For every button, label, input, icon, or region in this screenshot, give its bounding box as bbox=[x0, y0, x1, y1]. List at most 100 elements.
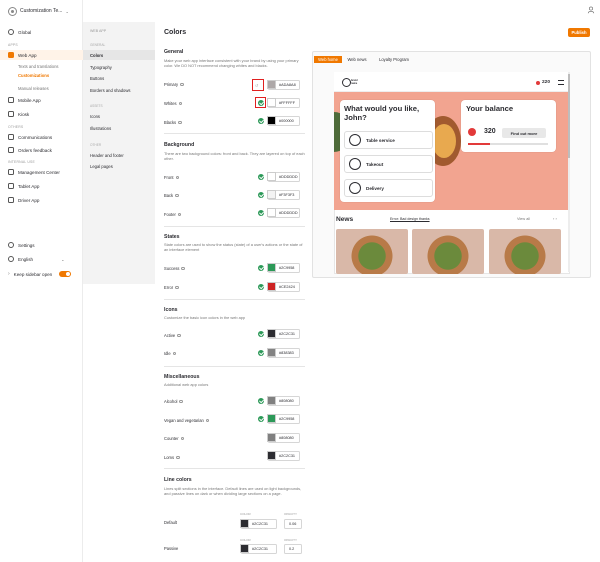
keep-sidebar-toggle[interactable] bbox=[59, 271, 72, 277]
subnav-item-borders[interactable]: Borders and shadows bbox=[83, 85, 155, 95]
check-icon bbox=[258, 210, 264, 216]
color-swatch-line-passive[interactable] bbox=[240, 544, 249, 553]
preview-scrollbar-thumb[interactable] bbox=[568, 74, 570, 158]
bag-icon bbox=[349, 158, 361, 170]
divider bbox=[164, 299, 305, 300]
sidebar-item-global[interactable]: Global bbox=[0, 27, 83, 37]
subnav-item-typography[interactable]: Typography bbox=[83, 62, 155, 72]
brand-logo-icon bbox=[342, 78, 351, 87]
sidebar-item-kiosk[interactable]: Kiosk bbox=[0, 109, 83, 119]
food-image bbox=[432, 124, 456, 158]
info-icon bbox=[178, 101, 183, 106]
tab-loyalty[interactable]: Loyalty Program bbox=[375, 56, 413, 63]
option-takeout[interactable]: Takeout bbox=[344, 155, 433, 173]
color-swatch-loms[interactable] bbox=[267, 451, 276, 460]
color-row-label: Success bbox=[164, 266, 186, 271]
color-column-label: COLOR bbox=[240, 538, 251, 542]
label-text: Loms bbox=[164, 455, 175, 460]
menu-icon[interactable] bbox=[558, 80, 564, 85]
subnav-item-header-footer[interactable]: Header and footer bbox=[83, 150, 155, 160]
sidebar-subitem-customizations[interactable]: Customizations bbox=[18, 73, 49, 80]
color-swatch-alcohol[interactable] bbox=[267, 396, 276, 405]
section-desc-misc: Additional web app colors bbox=[164, 382, 209, 387]
tab-web-news[interactable]: Web news bbox=[345, 56, 369, 63]
user-icon[interactable] bbox=[587, 6, 595, 14]
info-icon bbox=[176, 455, 180, 460]
check-icon bbox=[258, 398, 264, 404]
sidebar-item-tablet-app[interactable]: Tablet App bbox=[0, 181, 83, 191]
language-select[interactable]: English ⌄ bbox=[0, 254, 83, 264]
color-swatch-footer[interactable] bbox=[267, 208, 276, 217]
color-swatch-error[interactable] bbox=[267, 282, 276, 291]
color-row-label: Whites bbox=[164, 101, 183, 106]
workspace-switcher[interactable]: Customization Te... ⌄ bbox=[8, 6, 80, 16]
color-swatch-vegan[interactable] bbox=[267, 414, 276, 423]
color-row-label: Error bbox=[164, 285, 179, 290]
sidebar-item-communications[interactable]: Communications bbox=[0, 132, 83, 142]
color-swatch-blacks[interactable] bbox=[267, 116, 276, 125]
option-label: Delivery bbox=[366, 185, 384, 191]
news-tab[interactable]: Error: Bad design thanks bbox=[390, 217, 430, 221]
section-title-misc: Miscellaneous bbox=[164, 374, 200, 380]
info-icon bbox=[172, 351, 177, 356]
megaphone-icon bbox=[8, 134, 14, 140]
sidebar-item-label: Web App bbox=[18, 52, 37, 58]
color-row-label: Front bbox=[164, 175, 180, 180]
option-table-service[interactable]: Table service bbox=[344, 131, 433, 149]
color-swatch-primary[interactable] bbox=[267, 80, 276, 89]
subnav-item-icons[interactable]: Icons bbox=[83, 111, 155, 121]
undo-icon[interactable]: ↺ bbox=[255, 83, 258, 88]
sidebar-item-label: Settings bbox=[18, 242, 35, 248]
color-row-label: Footer bbox=[164, 212, 182, 217]
find-out-more-button[interactable]: Find out more bbox=[502, 128, 546, 138]
sidebar-item-orders-feedback[interactable]: Orders feedback bbox=[0, 145, 83, 155]
news-image[interactable] bbox=[412, 229, 484, 274]
color-swatch-icon-idle[interactable] bbox=[267, 348, 276, 357]
view-all-link[interactable]: View all bbox=[517, 217, 530, 221]
opacity-input-line-passive[interactable]: 0.2 bbox=[284, 544, 302, 554]
color-swatch-front[interactable] bbox=[267, 172, 276, 181]
workspace-name: Customization Te... bbox=[20, 8, 63, 14]
sidebar-subitem-texts[interactable]: Texts and translations bbox=[18, 64, 59, 71]
opacity-column-label: OPACITY bbox=[284, 538, 297, 542]
info-icon bbox=[175, 175, 180, 180]
tab-web-home[interactable]: Web home bbox=[314, 56, 342, 63]
label-text: Error bbox=[164, 285, 174, 290]
info-icon bbox=[175, 285, 179, 290]
subnav-item-buttons[interactable]: Buttons bbox=[83, 73, 155, 83]
sidebar-item-driver-app[interactable]: Driver App bbox=[0, 195, 83, 205]
opacity-input-line-default[interactable]: 0.06 bbox=[284, 519, 302, 529]
sidebar-item-mobile-app[interactable]: Mobile App bbox=[0, 95, 83, 105]
color-swatch-line-default[interactable] bbox=[240, 519, 249, 528]
option-delivery[interactable]: Delivery bbox=[344, 179, 433, 197]
color-swatch-whites[interactable] bbox=[267, 98, 276, 107]
info-icon bbox=[179, 399, 184, 404]
sidebar-item-web-app[interactable]: Web App bbox=[0, 50, 83, 60]
chevron-right-icon[interactable]: › bbox=[8, 271, 10, 277]
info-icon bbox=[205, 418, 210, 423]
sidebar-subitem-manual-releases[interactable]: Manual releases bbox=[18, 86, 49, 93]
color-row-label: Counter bbox=[164, 436, 185, 441]
sidebar-item-management-center[interactable]: Management Center bbox=[0, 167, 83, 177]
publish-button[interactable]: Publish bbox=[568, 28, 590, 37]
workspace-avatar bbox=[8, 6, 17, 16]
dashboard-icon bbox=[8, 169, 14, 175]
section-desc-background: There are two background colors: front a… bbox=[164, 151, 305, 162]
label-text: Alcohol bbox=[164, 399, 178, 404]
info-icon bbox=[180, 82, 184, 87]
news-image[interactable] bbox=[489, 229, 561, 274]
check-icon bbox=[258, 284, 264, 290]
subnav-item-illustrations[interactable]: Illustrations bbox=[83, 123, 155, 133]
check-icon bbox=[258, 118, 264, 124]
mobile-icon bbox=[8, 97, 14, 103]
sidebar-item-settings[interactable]: Settings bbox=[0, 240, 83, 250]
subnav-item-legal[interactable]: Legal pages bbox=[83, 161, 155, 171]
color-swatch-success[interactable] bbox=[267, 263, 276, 272]
news-image[interactable] bbox=[336, 229, 408, 274]
color-swatch-icon-active[interactable] bbox=[267, 329, 276, 338]
subnav-item-colors[interactable]: Colors bbox=[83, 50, 155, 60]
color-swatch-counter[interactable] bbox=[267, 433, 276, 442]
color-swatch-back[interactable] bbox=[267, 190, 276, 199]
carousel-arrows[interactable]: ‹ › bbox=[553, 216, 557, 221]
section-desc-icons: Customize the basic icon colors in the w… bbox=[164, 315, 246, 320]
